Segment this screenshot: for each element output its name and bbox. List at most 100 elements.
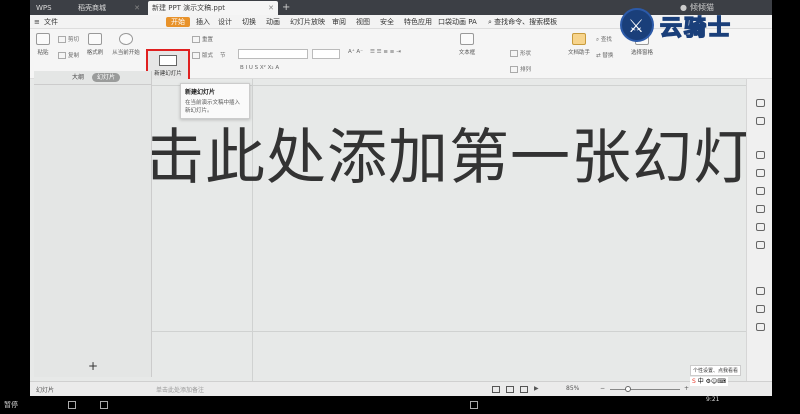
slide-title-placeholder[interactable]: 击此处添加第一张幻灯 <box>152 109 746 196</box>
play-icon <box>119 33 133 45</box>
ime-bar[interactable]: S 中 ⚙☺⌨ <box>690 377 728 386</box>
arrange-icon <box>510 66 518 73</box>
zoom-in-icon[interactable]: + <box>684 385 689 392</box>
section-button[interactable]: 节 <box>220 51 226 59</box>
menu-transitions[interactable]: 切换 <box>242 17 256 27</box>
star-icon[interactable] <box>756 99 765 107</box>
font-grow-icon[interactable]: A⁺ A⁻ <box>348 49 363 55</box>
zoom-level[interactable]: 85% <box>566 385 579 392</box>
slide-canvas[interactable]: 击此处添加第一张幻灯 <box>152 79 746 381</box>
copy-button[interactable]: 复制 <box>58 51 79 59</box>
paste-label: 粘贴 <box>37 50 49 56</box>
arrange-button[interactable]: 排列 <box>510 65 531 73</box>
tab-label: 新建 PPT 演示文稿.ppt <box>152 4 226 12</box>
arrange-label: 排列 <box>520 67 532 73</box>
menu-insert[interactable]: 插入 <box>196 17 210 27</box>
settings-icon[interactable] <box>756 151 765 159</box>
cut-label: 剪切 <box>68 37 80 43</box>
cut-button[interactable]: 剪切 <box>58 35 79 43</box>
ime-tools-icon: ⚙☺⌨ <box>705 378 726 385</box>
edit-icon[interactable] <box>756 223 765 231</box>
grid-icon[interactable] <box>756 169 765 177</box>
browser-icon[interactable] <box>100 401 108 409</box>
windows-icon[interactable] <box>68 401 76 409</box>
screen: WPS 稻壳商城 ✕ 新建 PPT 演示文稿.ppt ✕ + ● 倾倾猫 ≡ 文… <box>0 0 800 414</box>
doc-assistant-button[interactable]: 文档助手 <box>564 33 594 56</box>
tooltip-title: 新建幻灯片 <box>185 89 216 96</box>
font-family-select[interactable] <box>238 49 308 59</box>
add-slide-icon[interactable]: + <box>88 359 98 373</box>
command-search[interactable]: ⌕ 查找命令、搜索模板 <box>488 17 557 27</box>
doc-assistant-label: 文档助手 <box>567 50 590 56</box>
pause-status: 暂停 <box>4 401 18 409</box>
tab-wps[interactable]: WPS <box>32 1 80 15</box>
watermark-logo: ⚔ 云骑士 <box>620 8 780 42</box>
menu-review[interactable]: 审阅 <box>332 17 346 27</box>
brush-icon <box>88 33 102 45</box>
gallery-icon[interactable] <box>756 205 765 213</box>
menu-features[interactable]: 特色应用 <box>404 17 432 27</box>
menu-icon[interactable]: ≡ <box>34 17 40 27</box>
menu-slideshow[interactable]: 幻灯片放映 <box>290 17 325 27</box>
paste-button[interactable]: 粘贴 <box>30 33 56 56</box>
ime-tip: 个性设置、点我看看 <box>690 365 742 376</box>
copy-icon[interactable] <box>756 117 765 125</box>
status-bar: 幻灯片 单击此处添加备注 ▶ 85% − + <box>30 381 772 396</box>
shape-button[interactable]: 形状 <box>510 49 531 57</box>
table-icon[interactable] <box>756 241 765 249</box>
close-icon[interactable]: ✕ <box>268 1 274 15</box>
menu-home[interactable]: 开始 <box>166 17 190 27</box>
clock: 9:21 <box>706 396 720 403</box>
play-icon[interactable]: ▶ <box>534 385 539 392</box>
ime-mode: 中 <box>697 378 704 385</box>
layout-dropdown[interactable]: 版式 <box>192 51 213 59</box>
find-button[interactable]: ⌕ 查找 <box>596 35 612 44</box>
play-from-current-button[interactable]: 从当前开始 <box>110 33 142 56</box>
reset-label: 重置 <box>202 37 214 43</box>
zoom-slider-handle[interactable] <box>625 386 631 392</box>
normal-view-icon[interactable] <box>492 386 500 393</box>
wps-app: ≡ 文件 开始 插入 设计 切换 动画 幻灯片放映 审阅 视图 安全 特色应用 … <box>30 15 772 396</box>
tab-slides[interactable]: 幻灯片 <box>92 73 121 82</box>
new-slide-icon <box>159 55 177 66</box>
tab-outline[interactable]: 大纲 <box>72 73 84 82</box>
menu-file[interactable]: 文件 <box>44 17 58 27</box>
add-tab-icon[interactable]: + <box>282 1 290 14</box>
menu-design[interactable]: 设计 <box>218 17 232 27</box>
replace-button[interactable]: ⇄ 替换 <box>596 51 613 59</box>
font-size-select[interactable] <box>312 49 340 59</box>
zoom-slider[interactable] <box>610 389 680 390</box>
layout-button[interactable]: 重置 <box>192 35 213 43</box>
scissors-icon <box>58 36 66 43</box>
notes-placeholder[interactable]: 单击此处添加备注 <box>156 385 204 394</box>
folder-icon[interactable] <box>470 401 478 409</box>
replace-label: 替换 <box>602 53 614 59</box>
reading-view-icon[interactable] <box>520 386 528 393</box>
watermark-text: 云骑士 <box>659 15 733 42</box>
layers-icon[interactable] <box>756 187 765 195</box>
text-box-button[interactable]: 文本框 <box>452 33 482 56</box>
taskbar: 暂停 9:21 <box>0 396 800 414</box>
format-painter-button[interactable]: 格式刷 <box>82 33 108 56</box>
text-box-icon <box>460 33 474 45</box>
menu-pocket-animation[interactable]: 口袋动画 PA <box>438 17 477 27</box>
close-icon[interactable]: ✕ <box>134 1 140 15</box>
tab-document[interactable]: 新建 PPT 演示文稿.ppt ✕ <box>148 1 278 15</box>
paragraph-row[interactable]: ☰ ☰ ≡ ≡ ⇥ <box>370 49 401 55</box>
menu-animations[interactable]: 动画 <box>266 17 280 27</box>
menu-view[interactable]: 视图 <box>356 17 370 27</box>
zoom-out-icon[interactable]: − <box>600 385 605 392</box>
tab-store[interactable]: 稻壳商城 ✕ <box>74 1 144 15</box>
cursor-icon[interactable] <box>756 287 765 295</box>
slide-panel: 大纲 幻灯片 + <box>34 71 152 377</box>
font-style-row[interactable]: B I U S X² X₂ A <box>240 65 279 71</box>
help-icon[interactable] <box>756 323 765 331</box>
search-icon: ⌕ <box>488 18 492 26</box>
new-slide-button[interactable]: 新建幻灯片 <box>146 49 190 83</box>
history-icon[interactable] <box>756 305 765 313</box>
shape-icon <box>510 50 518 57</box>
section-label: 节 <box>220 53 226 59</box>
ime-indicator: 个性设置、点我看看 S 中 ⚙☺⌨ <box>690 365 772 387</box>
menu-security[interactable]: 安全 <box>380 17 394 27</box>
slide-sorter-icon[interactable] <box>506 386 514 393</box>
